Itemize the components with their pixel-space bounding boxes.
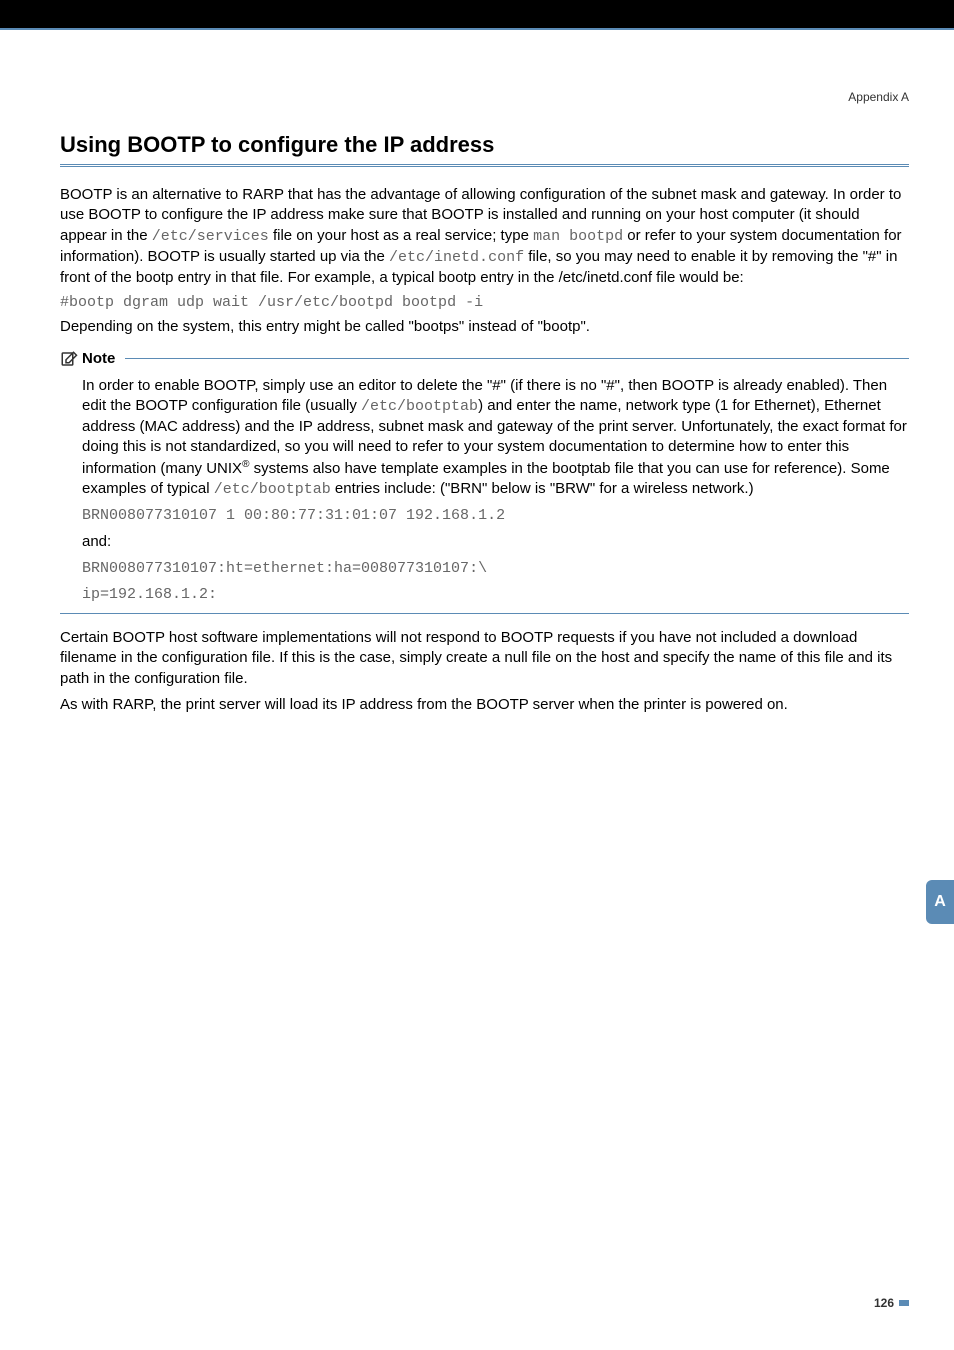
note-code-2: BRN008077310107:ht=ethernet:ha=008077310… <box>82 559 909 579</box>
paragraph-1: BOOTP is an alternative to RARP that has… <box>60 185 909 288</box>
page-heading: Using BOOTP to configure the IP address <box>60 132 909 158</box>
note-text-d: entries include: ("BRN" below is "BRW" f… <box>331 480 754 497</box>
pencil-icon <box>60 350 78 368</box>
paragraph-2: Depending on the system, this entry migh… <box>60 317 909 337</box>
code-block-1: #bootp dgram udp wait /usr/etc/bootpd bo… <box>60 294 909 311</box>
page-content: Appendix A Using BOOTP to configure the … <box>0 30 954 715</box>
inline-code-man: man bootpd <box>533 228 623 245</box>
inline-code-inetd: /etc/inetd.conf <box>389 249 524 266</box>
note-rule <box>125 358 909 359</box>
inline-code-bootptab1: /etc/bootptab <box>361 398 478 415</box>
note-end-rule <box>60 613 909 614</box>
note-code-3: ip=192.168.1.2: <box>82 585 909 605</box>
note-body: In order to enable BOOTP, simply use an … <box>60 376 909 606</box>
page-number: 126 <box>874 1296 894 1310</box>
section-title: Using BOOTP to configure the IP address <box>60 132 909 167</box>
page-number-bar <box>899 1300 909 1306</box>
note-header: Note <box>60 350 909 368</box>
paragraph-3: Certain BOOTP host software implementati… <box>60 628 909 689</box>
para1-text-b: file on your host as a real service; typ… <box>269 227 533 244</box>
appendix-label: Appendix A <box>60 90 909 104</box>
note-code-1: BRN008077310107 1 00:80:77:31:01:07 192.… <box>82 506 909 526</box>
note-and-label: and: <box>82 532 909 552</box>
inline-code-bootptab2: /etc/bootptab <box>214 481 331 498</box>
note-label: Note <box>82 350 115 367</box>
side-tab-label: A <box>934 893 946 911</box>
header-black-bar <box>0 0 954 28</box>
inline-code-services: /etc/services <box>152 228 269 245</box>
note-paragraph-1: In order to enable BOOTP, simply use an … <box>82 376 909 501</box>
paragraph-4: As with RARP, the print server will load… <box>60 695 909 715</box>
side-tab[interactable]: A <box>926 880 954 924</box>
